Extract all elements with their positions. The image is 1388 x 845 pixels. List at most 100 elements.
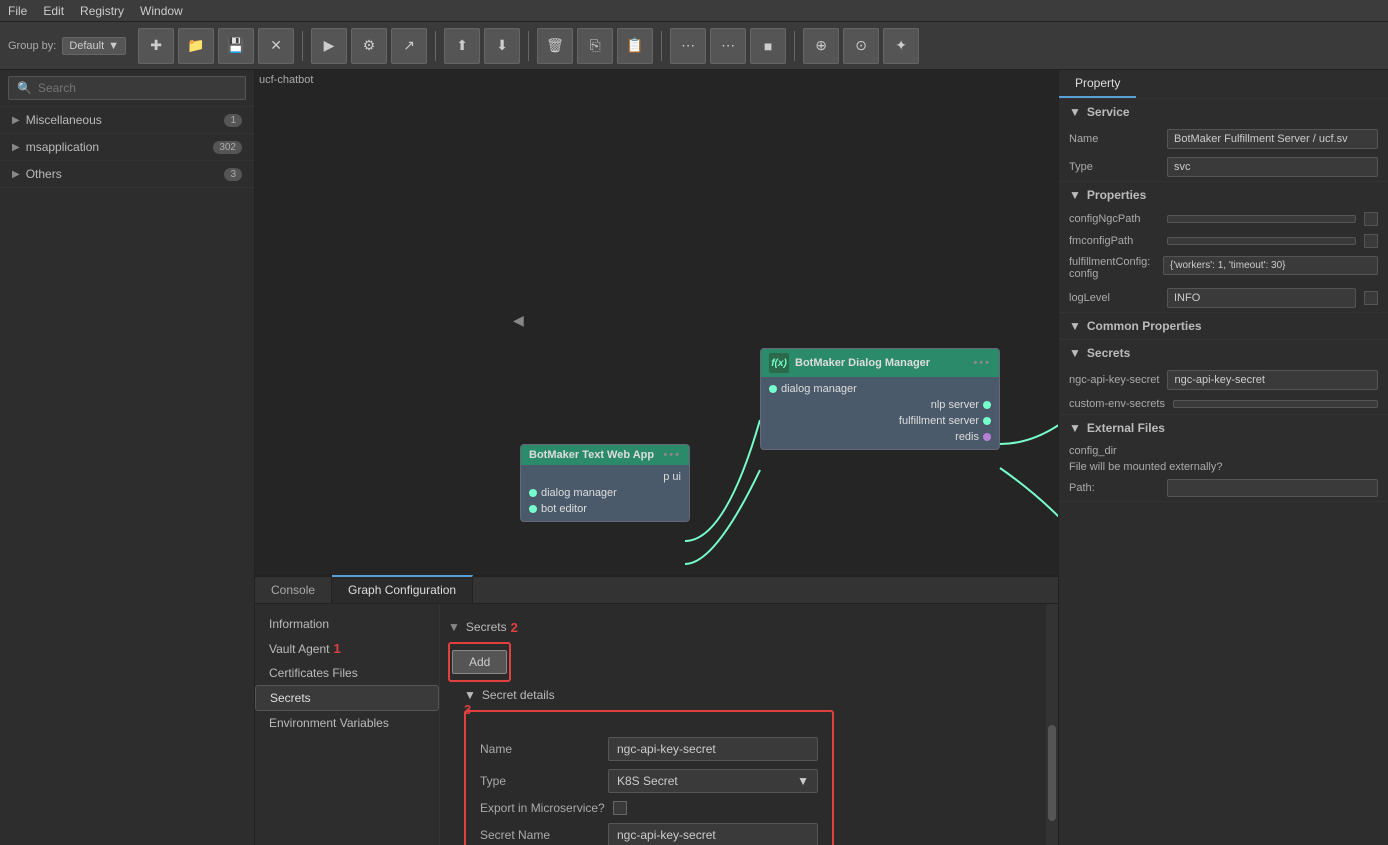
group-by-select[interactable]: Default ▼ xyxy=(62,37,126,55)
node-dots2: ••• xyxy=(663,449,681,461)
prop-check-0[interactable] xyxy=(1364,212,1378,226)
function-icon2: f(x) xyxy=(769,353,789,373)
right-sidebar: Property ▼ Service Name BotMaker Fulfill… xyxy=(1058,70,1388,845)
prop-value-1 xyxy=(1167,237,1356,245)
chevron-right-icon: ▶ xyxy=(12,115,20,126)
nav-information[interactable]: Information xyxy=(255,612,439,636)
toolbar-delete[interactable]: 🗑 xyxy=(537,28,573,64)
collapse-arrow[interactable]: ◀ xyxy=(513,312,524,329)
tab-graph-config[interactable]: Graph Configuration xyxy=(332,575,473,603)
export-checkbox[interactable] xyxy=(613,801,627,815)
service-type-field: Type svc xyxy=(1059,153,1388,181)
toolbar-export[interactable]: ↗ xyxy=(391,28,427,64)
external-files-label: External Files xyxy=(1087,421,1165,435)
node-dots: ••• xyxy=(973,357,991,369)
service-type-value: svc xyxy=(1167,157,1378,177)
toolbar-crosshair[interactable]: ⊕ xyxy=(803,28,839,64)
toolbar-settings[interactable]: ⚙ xyxy=(351,28,387,64)
common-label: Common Properties xyxy=(1087,319,1202,333)
nav-certificates[interactable]: Certificates Files xyxy=(255,661,439,685)
path-input[interactable] xyxy=(1167,479,1378,497)
right-section-service: ▼ Service Name BotMaker Fulfillment Serv… xyxy=(1059,99,1388,182)
graph-canvas[interactable]: ucf-chatbot f(x) BotMaker NLP S xyxy=(255,70,1058,575)
form-input-secret-name[interactable] xyxy=(608,823,818,845)
prop-label-1: fmconfigPath xyxy=(1069,235,1159,247)
right-section-properties: ▼ Properties configNgcPath fmconfigPath … xyxy=(1059,182,1388,313)
secrets-section-right-header: ▼ Secrets xyxy=(1059,340,1388,366)
tab-property[interactable]: Property xyxy=(1059,70,1136,98)
bottom-left-nav: Information Vault Agent 1 Certificates F… xyxy=(255,604,440,845)
sidebar-item-label: msapplication xyxy=(26,140,214,154)
graph-node-dialog[interactable]: f(x) BotMaker Dialog Manager ••• dialog … xyxy=(760,348,1000,450)
form-select-type[interactable]: K8S Secret ▼ xyxy=(608,769,818,793)
menu-edit[interactable]: Edit xyxy=(43,4,64,18)
toolbar-copy[interactable]: ⎘ xyxy=(577,28,613,64)
scrollbar-track xyxy=(1046,604,1058,845)
prop-value-0 xyxy=(1167,215,1356,223)
form-input-name[interactable] xyxy=(608,737,818,761)
form-row-name: Name xyxy=(472,733,826,765)
toolbar-paste[interactable]: 📋 xyxy=(617,28,653,64)
add-button[interactable]: Add xyxy=(452,650,507,674)
toolbar-more2[interactable]: ⋯ xyxy=(710,28,746,64)
bottom-content: Information Vault Agent 1 Certificates F… xyxy=(255,604,1058,845)
path-field: Path: xyxy=(1059,475,1388,501)
nav-env-vars[interactable]: Environment Variables xyxy=(255,711,439,735)
port-be-out: bot editor xyxy=(521,501,689,517)
secret-custom: custom-env-secrets xyxy=(1059,394,1388,414)
sidebar-item-count: 3 xyxy=(224,168,242,181)
main-area: 🔍 ▶ Miscellaneous 1 ▶ msapplication 302 … xyxy=(0,70,1388,845)
menu-window[interactable]: Window xyxy=(140,4,183,18)
secrets-section-row: ▼ Secrets 2 xyxy=(448,612,1038,642)
toolbar-sep3 xyxy=(528,31,529,61)
toolbar-open[interactable]: 📁 xyxy=(178,28,214,64)
form-row-export: Export in Microservice? xyxy=(472,797,826,819)
secret-details-section: ▼ Secret details 3 Name Type xyxy=(464,682,1038,845)
port-dialog-manager-in: dialog manager xyxy=(761,381,999,397)
form-label-name: Name xyxy=(480,742,600,756)
toolbar-up[interactable]: ⬆ xyxy=(444,28,480,64)
prop-value-3: INFO xyxy=(1167,288,1356,308)
secret-ngc: ngc-api-key-secret ngc-api-key-secret xyxy=(1059,366,1388,394)
toolbar-new[interactable]: ✚ xyxy=(138,28,174,64)
prop-check-3[interactable] xyxy=(1364,291,1378,305)
arrow-down-icon: ▼ xyxy=(448,620,460,634)
toolbar-more1[interactable]: ⋯ xyxy=(670,28,706,64)
toolbar-save[interactable]: 💾 xyxy=(218,28,254,64)
toolbar-square[interactable]: ■ xyxy=(750,28,786,64)
prop-label-2: fulfillmentConfig:config xyxy=(1069,256,1159,280)
menu-registry[interactable]: Registry xyxy=(80,4,124,18)
arrow-down-icon2: ▼ xyxy=(464,688,476,702)
graph-node-webapp[interactable]: BotMaker Text Web App ••• p ui dialog ma… xyxy=(520,444,690,522)
port-dot-nlp xyxy=(983,401,991,409)
toolbar-star[interactable]: ✦ xyxy=(883,28,919,64)
port-dot-dm xyxy=(529,489,537,497)
toolbar-close[interactable]: ✕ xyxy=(258,28,294,64)
menu-file[interactable]: File xyxy=(8,4,27,18)
search-input[interactable] xyxy=(38,81,237,95)
nav-vault-agent[interactable]: Vault Agent 1 xyxy=(255,636,439,661)
toolbar-play[interactable]: ▶ xyxy=(311,28,347,64)
service-name-value: BotMaker Fulfillment Server / ucf.sv xyxy=(1167,129,1378,149)
bottom-panel: Console Graph Configuration Information … xyxy=(255,575,1058,845)
toolbar-sep4 xyxy=(661,31,662,61)
search-icon: 🔍 xyxy=(17,81,32,95)
bottom-main-content: ▼ Secrets 2 Add ▼ Secret details xyxy=(440,604,1046,845)
sidebar-item-miscellaneous[interactable]: ▶ Miscellaneous 1 xyxy=(0,107,254,134)
arrow-icon: ▼ xyxy=(1069,105,1081,119)
nav-secrets[interactable]: Secrets xyxy=(255,685,439,711)
file-mount-text: File will be mounted externally? xyxy=(1059,459,1388,475)
toolbar-down[interactable]: ⬇ xyxy=(484,28,520,64)
add-button-highlight: Add xyxy=(448,642,511,682)
prop-check-1[interactable] xyxy=(1364,234,1378,248)
sidebar-item-msapplication[interactable]: ▶ msapplication 302 xyxy=(0,134,254,161)
toolbar-target[interactable]: ⊙ xyxy=(843,28,879,64)
service-name-label: Name xyxy=(1069,133,1159,145)
port-dot-redis xyxy=(983,433,991,441)
prop-fmconfig: fmconfigPath xyxy=(1059,230,1388,252)
tab-console[interactable]: Console xyxy=(255,577,332,603)
scrollbar-thumb[interactable] xyxy=(1048,725,1056,821)
sidebar-item-others[interactable]: ▶ Others 3 xyxy=(0,161,254,188)
service-label: Service xyxy=(1087,105,1130,119)
arrow-icon5: ▼ xyxy=(1069,421,1081,435)
